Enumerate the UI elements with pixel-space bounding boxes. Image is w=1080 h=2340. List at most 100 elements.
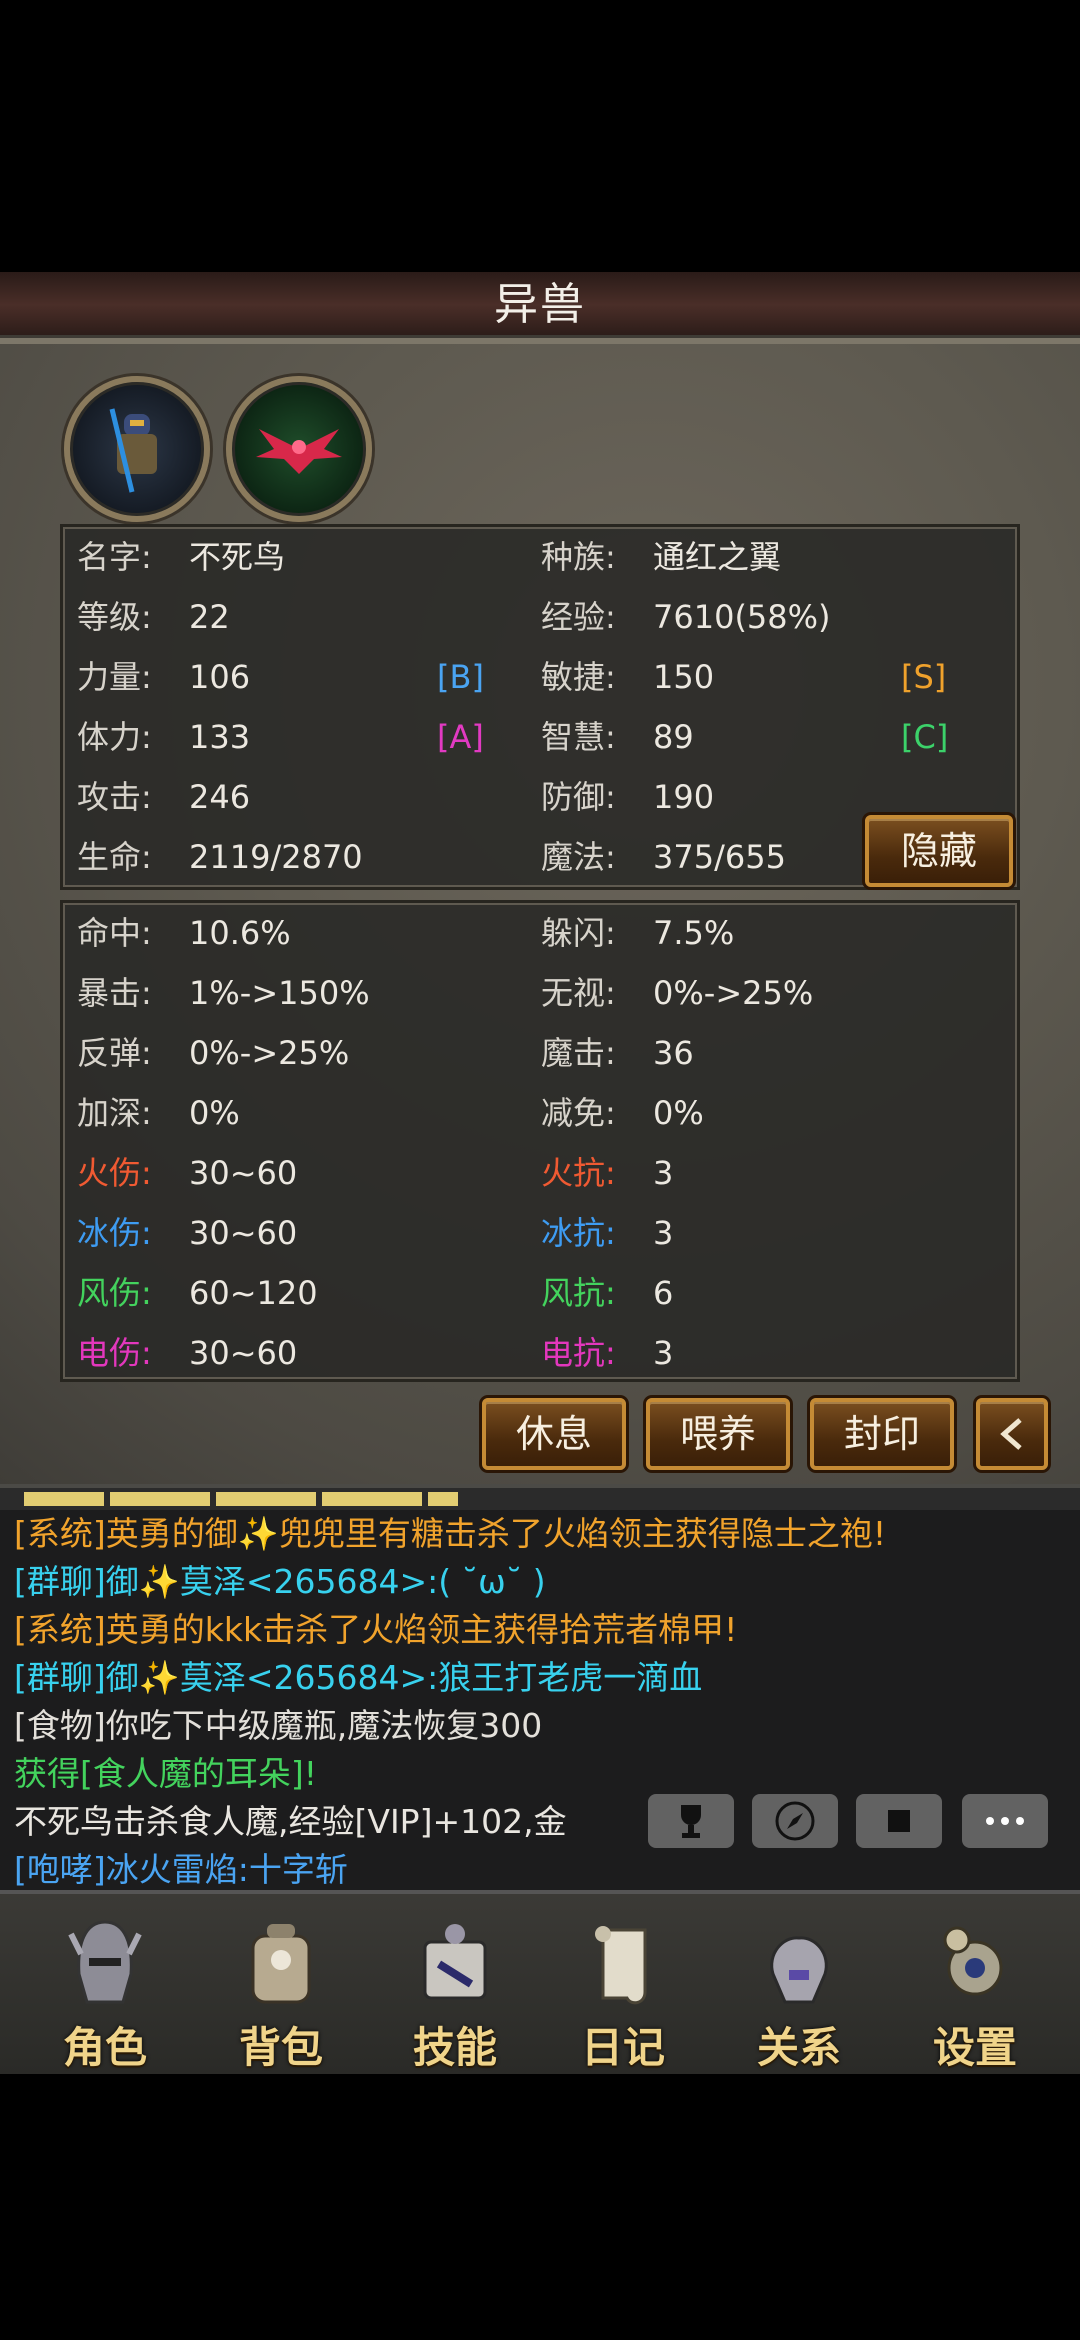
vit-value: 133 bbox=[189, 718, 251, 756]
name-label: 名字: bbox=[77, 538, 152, 576]
nav-label: 角色 bbox=[62, 2023, 147, 2072]
fire-resist-label: 火抗: bbox=[541, 1154, 616, 1192]
wind-resist-label: 风抗: bbox=[541, 1274, 616, 1312]
chat-tab[interactable] bbox=[110, 1492, 210, 1506]
chevron-left-icon bbox=[1000, 1418, 1022, 1450]
seal-button[interactable]: 封印 bbox=[810, 1398, 954, 1470]
title-bar: 异兽 bbox=[0, 272, 1080, 344]
stat-value: 30~60 bbox=[189, 1154, 298, 1192]
atk-value: 246 bbox=[189, 778, 251, 816]
atk-label: 攻击: bbox=[77, 778, 152, 816]
int-label: 智慧: bbox=[541, 718, 616, 756]
rest-button[interactable]: 休息 bbox=[482, 1398, 626, 1470]
agi-grade: [S] bbox=[901, 658, 947, 696]
stat-value: 36 bbox=[653, 1034, 694, 1072]
chat-tab[interactable] bbox=[24, 1492, 104, 1506]
portrait-slot-1[interactable] bbox=[64, 376, 210, 522]
stat-label: 魔击: bbox=[541, 1034, 616, 1072]
hp-value: 2119/2870 bbox=[189, 838, 363, 876]
nav-skills[interactable]: 技能 bbox=[380, 1894, 530, 2074]
chat-message: [食物]你吃下中级魔瓶,魔法恢复300 bbox=[14, 1706, 543, 1745]
phoenix-icon bbox=[256, 429, 342, 474]
chat-tab[interactable] bbox=[322, 1492, 422, 1506]
chat-message: [群聊]御✨莫泽<265684>:( ˘ω˘ ) bbox=[14, 1562, 546, 1601]
stat-value: 30~60 bbox=[189, 1334, 298, 1372]
fire-damage-label: 火伤: bbox=[77, 1154, 152, 1192]
compass-icon bbox=[775, 1801, 815, 1841]
stat-label: 暴击: bbox=[77, 974, 152, 1012]
ice-resist-label: 冰抗: bbox=[541, 1214, 616, 1252]
nav-character[interactable]: 角色 bbox=[30, 1894, 180, 2074]
def-label: 防御: bbox=[541, 778, 616, 816]
int-value: 89 bbox=[653, 718, 694, 756]
stat-value: 3 bbox=[653, 1334, 674, 1372]
stat-value: 0% bbox=[189, 1094, 240, 1132]
chat-tab[interactable] bbox=[216, 1492, 316, 1506]
page-title: 异兽 bbox=[494, 279, 586, 330]
gauntlet-icon bbox=[770, 1936, 828, 2004]
chat-message: [系统]英勇的御✨兜兜里有糖击杀了火焰领主获得隐士之袍! bbox=[14, 1514, 887, 1553]
feed-button[interactable]: 喂养 bbox=[646, 1398, 790, 1470]
vit-grade: [A] bbox=[437, 718, 484, 756]
stat-label: 减免: bbox=[541, 1094, 616, 1132]
electric-damage-label: 电伤: bbox=[77, 1334, 152, 1372]
scroll-icon bbox=[595, 1926, 647, 2005]
level-value: 22 bbox=[189, 598, 230, 636]
stop-button[interactable] bbox=[856, 1794, 942, 1848]
bottom-nav: 角色 背包 技能 日记 关系 设置 bbox=[0, 1890, 1080, 2074]
stat-value: 60~120 bbox=[189, 1274, 318, 1312]
level-label: 等级: bbox=[77, 598, 152, 636]
nav-label: 技能 bbox=[412, 2023, 497, 2072]
wind-damage-label: 风伤: bbox=[77, 1274, 152, 1312]
stat-value: 0%->25% bbox=[653, 974, 814, 1012]
back-button[interactable] bbox=[976, 1398, 1048, 1470]
nav-label: 日记 bbox=[580, 2023, 665, 2072]
chat-tab[interactable] bbox=[428, 1492, 458, 1506]
exp-label: 经验: bbox=[541, 598, 616, 636]
stat-value: 3 bbox=[653, 1214, 674, 1252]
agi-value: 150 bbox=[653, 658, 715, 696]
chat-message: [系统]英勇的kkk击杀了火焰领主获得拾荒者棉甲! bbox=[14, 1610, 738, 1649]
nav-relations[interactable]: 关系 bbox=[724, 1894, 874, 2074]
backpack-icon bbox=[251, 1924, 311, 2004]
map-button[interactable] bbox=[752, 1794, 838, 1848]
more-button[interactable] bbox=[962, 1794, 1048, 1848]
nav-label: 背包 bbox=[238, 2023, 323, 2072]
stat-value: 0%->25% bbox=[189, 1034, 350, 1072]
stat-value: 3 bbox=[653, 1154, 674, 1192]
int-grade: [C] bbox=[901, 718, 949, 756]
chat-message: [咆哮]冰火雷焰:十字斩 bbox=[14, 1850, 348, 1889]
vit-label: 体力: bbox=[77, 718, 152, 756]
stat-value: 10.6% bbox=[189, 914, 291, 952]
mp-value: 375/655 bbox=[653, 838, 786, 876]
nav-label: 关系 bbox=[756, 2023, 841, 2072]
combat-stats-panel: 命中: 10.6% 躲闪: 7.5% 暴击: 1%->150% 无视: 0%->25% … bbox=[60, 900, 1020, 1382]
gear-icon bbox=[943, 1926, 1003, 1996]
electric-resist-label: 电抗: bbox=[541, 1334, 616, 1372]
stat-label: 躲闪: bbox=[541, 914, 616, 952]
nav-settings[interactable]: 设置 bbox=[900, 1894, 1050, 2074]
nav-diary[interactable]: 日记 bbox=[548, 1894, 698, 2074]
chat-panel[interactable]: [系统]英勇的御✨兜兜里有糖击杀了火焰领主获得隐士之袍! [群聊]御✨莫泽<26… bbox=[0, 1484, 1080, 1890]
nav-backpack[interactable]: 背包 bbox=[206, 1894, 356, 2074]
stat-value: 0% bbox=[653, 1094, 704, 1132]
exp-value: 7610(58%) bbox=[653, 598, 831, 636]
stat-label: 反弹: bbox=[77, 1034, 152, 1072]
basic-info-panel: 名字: 不死鸟 种族: 通红之翼 等级: 22 经验: 7610(58%) 力量… bbox=[60, 524, 1020, 890]
hp-label: 生命: bbox=[77, 838, 152, 876]
chat-message: 不死鸟击杀食人魔,经验[VIP]+102,金 bbox=[14, 1802, 567, 1841]
hide-button[interactable]: 隐藏 bbox=[865, 815, 1013, 887]
ice-damage-label: 冰伤: bbox=[77, 1214, 152, 1252]
pet-panel: 名字: 不死鸟 种族: 通红之翼 等级: 22 经验: 7610(58%) 力量… bbox=[0, 344, 1080, 1484]
portrait-slot-2[interactable] bbox=[226, 376, 372, 522]
chat-message: [群聊]御✨莫泽<265684>:狼王打老虎一滴血 bbox=[14, 1658, 703, 1697]
chat-tab-strip bbox=[0, 1484, 1080, 1510]
str-grade: [B] bbox=[437, 658, 484, 696]
mp-label: 魔法: bbox=[541, 838, 616, 876]
chat-message: 获得[食人魔的耳朵]! bbox=[14, 1754, 317, 1793]
helmet-icon bbox=[68, 1920, 142, 2004]
def-value: 190 bbox=[653, 778, 715, 816]
trophy-icon bbox=[681, 1805, 701, 1838]
leaderboard-button[interactable] bbox=[648, 1794, 734, 1848]
stat-value: 30~60 bbox=[189, 1214, 298, 1252]
